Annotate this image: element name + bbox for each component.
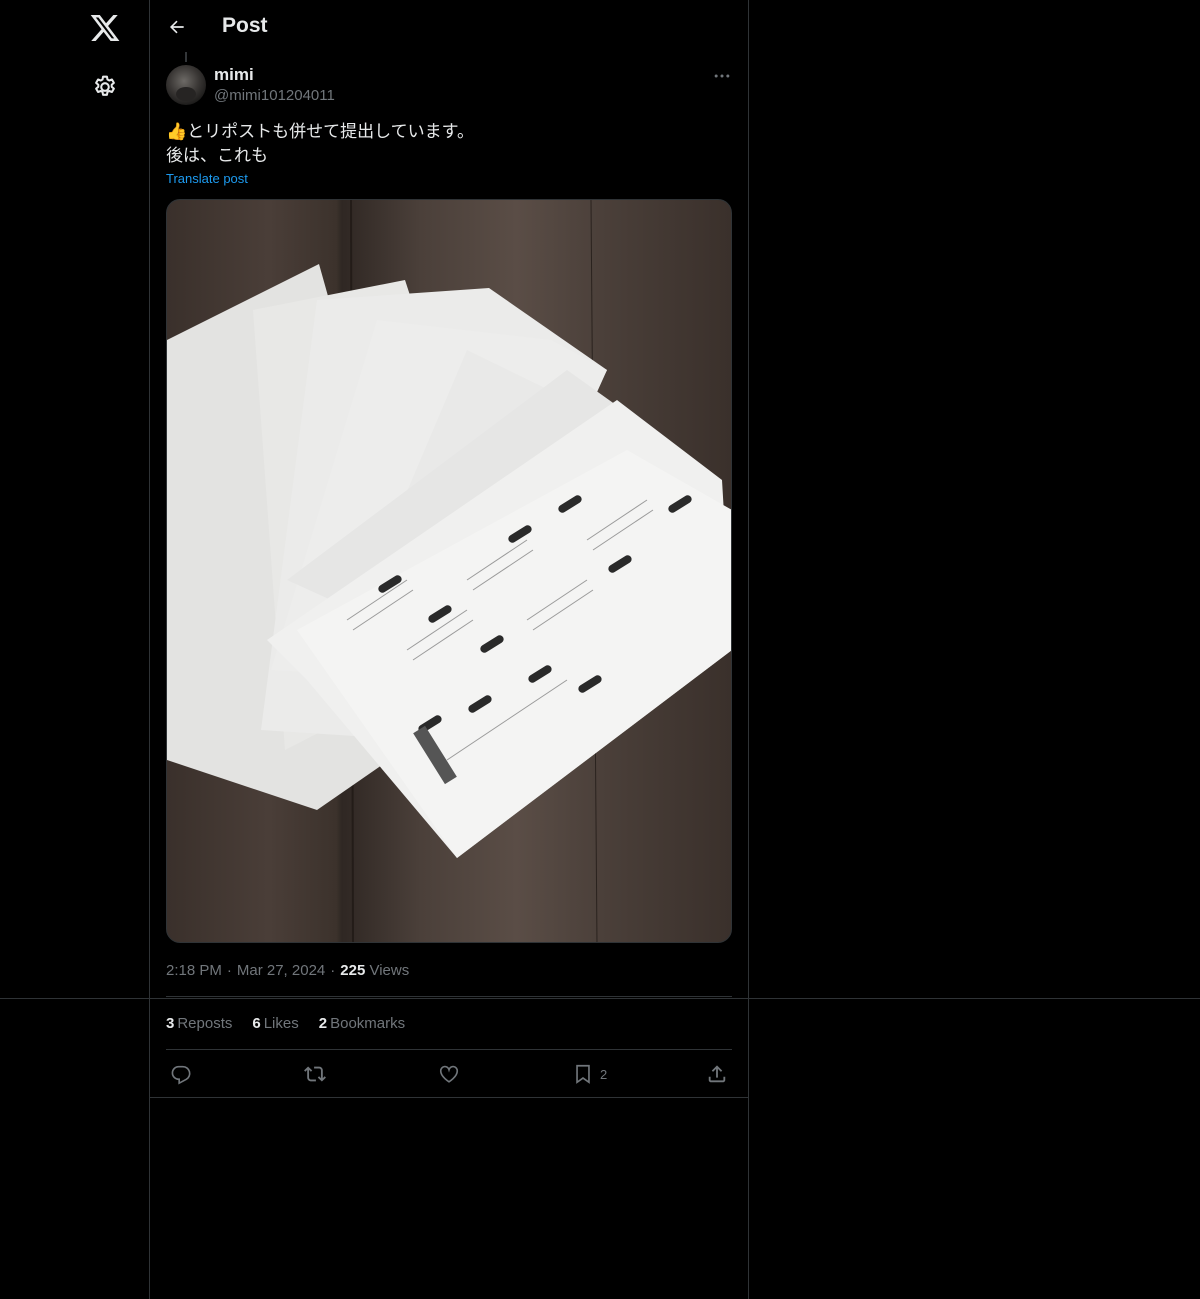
reposts-count: 3 — [166, 1015, 175, 1032]
author-handle[interactable]: @mimi101204011 — [214, 87, 335, 104]
reposts-stat[interactable]: 3 Reposts — [166, 1015, 232, 1032]
likes-count: 6 — [252, 1015, 261, 1032]
likes-stat[interactable]: 6 Likes — [252, 1015, 298, 1032]
arrow-left-icon — [169, 20, 184, 34]
photo-illustration — [167, 200, 731, 942]
more-dots-icon — [714, 74, 730, 78]
likes-label: Likes — [263, 1015, 299, 1032]
left-column-divider — [149, 0, 150, 1299]
bookmarks-stat[interactable]: 2 Bookmarks — [319, 1015, 405, 1032]
post-date[interactable]: Mar 27, 2024 — [237, 962, 325, 979]
gear-icon[interactable] — [92, 74, 118, 100]
post-time[interactable]: 2:18 PM — [166, 962, 222, 979]
bookmark-count: 2 — [600, 1066, 608, 1082]
meta-divider — [166, 996, 732, 997]
back-button[interactable] — [164, 14, 190, 40]
bookmarks-count: 2 — [318, 1015, 328, 1032]
post-photo[interactable] — [166, 199, 732, 943]
heart-icon — [439, 1065, 459, 1083]
horizontal-divider — [0, 998, 1200, 999]
more-button[interactable] — [710, 64, 734, 88]
views-label: Views — [369, 962, 410, 979]
right-column-divider — [748, 0, 749, 1299]
stats-divider — [166, 1049, 732, 1050]
x-logo-icon[interactable] — [89, 12, 121, 44]
translate-post-link[interactable]: Translate post — [166, 171, 248, 186]
post-meta: 2:18 PM · Mar 27, 2024 · 225 Views — [166, 962, 410, 979]
bookmarks-label: Bookmarks — [330, 1015, 406, 1032]
share-icon — [708, 1065, 726, 1083]
post-stats: 3 Reposts 6 Likes 2 Bookmarks — [166, 1015, 405, 1032]
like-button[interactable] — [438, 1062, 460, 1086]
reply-icon — [171, 1065, 191, 1085]
author-name[interactable]: mimi — [214, 65, 254, 85]
share-button[interactable] — [706, 1062, 728, 1086]
actions-divider — [150, 1097, 749, 1098]
reply-button[interactable] — [170, 1062, 192, 1086]
bookmark-icon — [576, 1064, 590, 1084]
page-title: Post — [222, 14, 268, 37]
bookmark-button[interactable]: 2 — [572, 1062, 607, 1086]
views-count: 225 — [340, 962, 366, 979]
thread-connector — [185, 52, 187, 62]
avatar[interactable] — [166, 65, 206, 105]
reposts-label: Reposts — [177, 1015, 233, 1032]
repost-button[interactable] — [304, 1062, 326, 1086]
repost-icon — [304, 1066, 326, 1082]
post-text: 👍とリポストも併せて提出しています。 後は、これも — [166, 122, 474, 165]
